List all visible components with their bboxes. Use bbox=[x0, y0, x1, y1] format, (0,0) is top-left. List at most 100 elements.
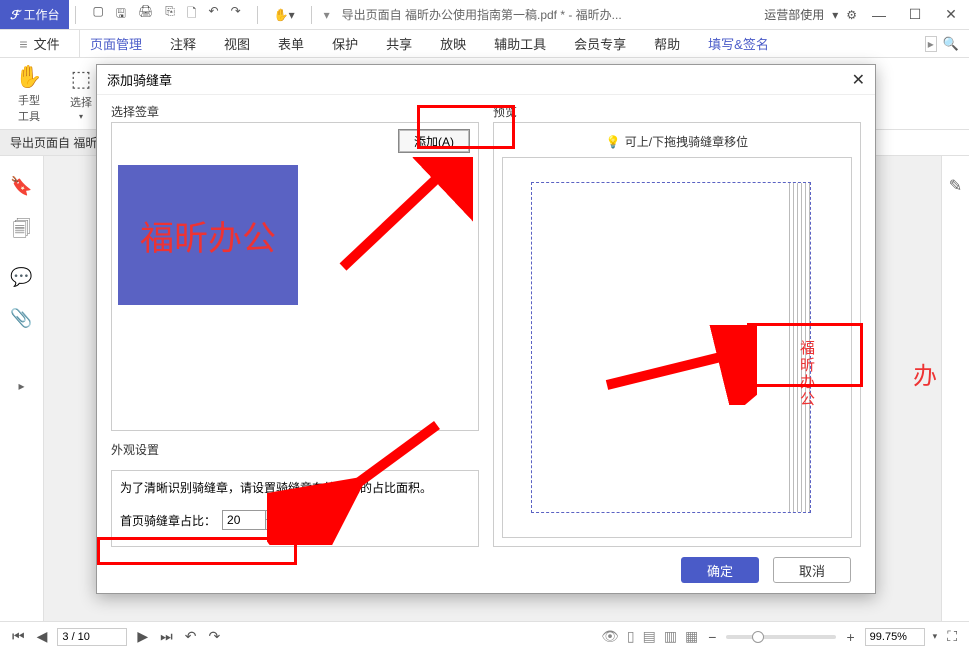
bookmark-icon[interactable]: 🔖 bbox=[10, 176, 32, 197]
spin-up-icon[interactable]: ▲ bbox=[266, 511, 280, 520]
dialog-title: 添加骑缝章 bbox=[107, 70, 172, 89]
stamp-text: 福昕办公 bbox=[140, 211, 276, 260]
tab-tools[interactable]: 辅助工具 bbox=[494, 34, 546, 53]
redo-icon[interactable]: ↷ bbox=[231, 4, 241, 25]
hand-tool[interactable]: ✋ 手型 工具 bbox=[8, 64, 50, 124]
workbench-label: 工作台 bbox=[23, 6, 59, 23]
quick-toolbar-2: ✋▾ bbox=[264, 8, 305, 22]
ribbon: ≡ 文件 页面管理 注释 视图 表单 保护 共享 放映 辅助工具 会员专享 帮助… bbox=[0, 30, 969, 58]
ok-button[interactable]: 确定 bbox=[681, 557, 759, 583]
dialog-body: 选择签章 添加(A) 福昕办公 外观设置 为了清晰识别骑缝章，请设置骑缝章在第一… bbox=[97, 95, 875, 547]
continuous-icon[interactable]: ▤ bbox=[643, 628, 656, 645]
attachments-icon[interactable]: 📎 bbox=[10, 308, 32, 329]
single-page-icon[interactable]: ▯ bbox=[627, 628, 635, 645]
page-input[interactable] bbox=[57, 628, 127, 646]
prev-page-icon[interactable]: ◀ bbox=[35, 628, 50, 645]
ratio-spinner: ▲ ▼ bbox=[265, 511, 280, 529]
dialog-left: 选择签章 添加(A) 福昕办公 外观设置 为了清晰识别骑缝章，请设置骑缝章在第一… bbox=[111, 101, 479, 547]
titlebar-right: 运营部使用 ▾ ⚙ — ☐ ✕ bbox=[764, 6, 969, 23]
prev-view-icon[interactable]: ↶ bbox=[183, 628, 199, 645]
chevron-down-icon[interactable]: ▾ bbox=[933, 631, 938, 642]
zoom-in-icon[interactable]: + bbox=[844, 629, 856, 645]
hand-tool-icon: ✋ bbox=[15, 64, 42, 90]
tab-share[interactable]: 共享 bbox=[386, 34, 412, 53]
edit-panel-icon[interactable]: ✎ bbox=[949, 176, 962, 196]
fullscreen-icon[interactable]: ⛶ bbox=[945, 628, 959, 645]
tab-page-manage[interactable]: 页面管理 bbox=[90, 34, 142, 53]
stamp-preview[interactable]: 福昕办公 bbox=[118, 165, 298, 305]
export-icon[interactable]: ⎘ bbox=[165, 4, 175, 25]
sheet bbox=[752, 183, 790, 512]
preview-area[interactable]: 福昕办公 bbox=[502, 157, 852, 538]
ratio-label: 首页骑缝章占比： bbox=[120, 512, 216, 529]
next-page-icon[interactable]: ▶ bbox=[135, 628, 150, 645]
doc-tab[interactable]: 导出页面自 福昕 bbox=[0, 130, 108, 155]
document-title: 导出页面自 福昕办公使用指南第一稿.pdf * - 福昕办... bbox=[336, 6, 622, 23]
preview-box: 💡 可上/下拖拽骑缝章移位 福昕办公 bbox=[493, 122, 861, 547]
expand-icon[interactable]: ▸ bbox=[18, 379, 24, 393]
first-page-icon[interactable]: ⏮ bbox=[10, 628, 27, 645]
file-tab[interactable]: ≡ 文件 bbox=[0, 30, 80, 57]
ratio-input[interactable] bbox=[223, 511, 265, 529]
tab-form[interactable]: 表单 bbox=[278, 34, 304, 53]
print-icon[interactable]: 🖨 bbox=[138, 4, 153, 25]
last-page-icon[interactable]: ⏭ bbox=[158, 628, 175, 645]
page-content-text: 办 bbox=[913, 356, 937, 391]
hand-tool-label: 手型 工具 bbox=[18, 92, 40, 124]
close-icon[interactable]: ✕ bbox=[937, 6, 965, 23]
workbench-tab[interactable]: ℱ 工作台 bbox=[0, 0, 69, 29]
settings-icon[interactable]: ⚙ bbox=[846, 8, 857, 22]
read-mode-icon[interactable]: 👁 bbox=[601, 628, 619, 645]
tab-view[interactable]: 视图 bbox=[224, 34, 250, 53]
select-tool-icon: ⬚ bbox=[71, 66, 92, 92]
tab-present[interactable]: 放映 bbox=[440, 34, 466, 53]
menu-icon: ≡ bbox=[19, 36, 27, 52]
minimize-icon[interactable]: — bbox=[865, 7, 893, 23]
open-icon[interactable]: ▢ bbox=[92, 4, 103, 25]
zoom-handle[interactable] bbox=[752, 631, 764, 643]
tab-annotate[interactable]: 注释 bbox=[170, 34, 196, 53]
add-signature-button[interactable]: 添加(A) bbox=[398, 129, 470, 153]
zoom-slider[interactable] bbox=[726, 635, 836, 639]
zoom-out-icon[interactable]: − bbox=[706, 629, 718, 645]
file-label: 文件 bbox=[34, 34, 60, 53]
chevron-down-icon: ▾ bbox=[79, 112, 83, 121]
save-icon[interactable]: 🖫 bbox=[116, 4, 126, 25]
quick-toolbar: ▢ 🖫 🖨 ⎘ 🗋 ↶ ↷ bbox=[82, 4, 250, 25]
appearance-label: 外观设置 bbox=[111, 439, 479, 460]
right-sidebar: ✎ bbox=[941, 156, 969, 621]
preview-label: 预览 bbox=[493, 101, 861, 122]
comments-icon[interactable]: 💬 bbox=[10, 267, 32, 288]
facing-icon[interactable]: ▥ bbox=[664, 628, 677, 645]
cancel-button[interactable]: 取消 bbox=[773, 557, 851, 583]
hand-icon[interactable]: ✋▾ bbox=[274, 8, 295, 22]
dropdown-icon[interactable]: ▾ bbox=[318, 8, 336, 22]
tab-fill-sign[interactable]: 填写&签名 bbox=[708, 34, 769, 53]
spin-down-icon[interactable]: ▼ bbox=[266, 520, 280, 529]
dialog-footer: 确定 取消 bbox=[97, 547, 875, 593]
page-icon[interactable]: 🗋 bbox=[187, 4, 197, 25]
ratio-row: 首页骑缝章占比： ▲ ▼ bbox=[120, 510, 470, 530]
status-bar: ⏮ ◀ ▶ ⏭ ↶ ↷ 👁 ▯ ▤ ▥ ▦ − + ▾ ⛶ bbox=[0, 621, 969, 651]
dialog-close-icon[interactable]: ✕ bbox=[852, 70, 865, 90]
facing-cont-icon[interactable]: ▦ bbox=[685, 628, 698, 645]
tab-help[interactable]: 帮助 bbox=[654, 34, 680, 53]
next-view-icon[interactable]: ↷ bbox=[207, 628, 223, 645]
zoom-input[interactable] bbox=[865, 628, 925, 646]
appearance-hint: 为了清晰识别骑缝章，请设置骑缝章在第一页的占比面积。 bbox=[120, 479, 470, 496]
dept-label[interactable]: 运营部使用 bbox=[764, 6, 824, 23]
chevron-down-icon[interactable]: ▾ bbox=[832, 8, 838, 22]
tab-protect[interactable]: 保护 bbox=[332, 34, 358, 53]
maximize-icon[interactable]: ☐ bbox=[901, 6, 929, 23]
mini-stamp[interactable]: 福昕办公 bbox=[796, 340, 817, 408]
dialog-right: 预览 💡 可上/下拖拽骑缝章移位 福昕办公 bbox=[493, 101, 861, 547]
select-tool-label: 选择 bbox=[70, 94, 92, 110]
dialog-titlebar: 添加骑缝章 ✕ bbox=[97, 65, 875, 95]
tab-member[interactable]: 会员专享 bbox=[574, 34, 626, 53]
undo-icon[interactable]: ↶ bbox=[209, 4, 219, 25]
pages-icon[interactable]: 🗐 bbox=[13, 217, 31, 247]
search-icon[interactable]: 🔍 bbox=[943, 36, 959, 52]
preview-hint: 💡 可上/下拖拽骑缝章移位 bbox=[500, 129, 854, 154]
bulb-icon: 💡 bbox=[606, 135, 621, 149]
scroll-right-icon[interactable]: ▸ bbox=[925, 36, 937, 52]
